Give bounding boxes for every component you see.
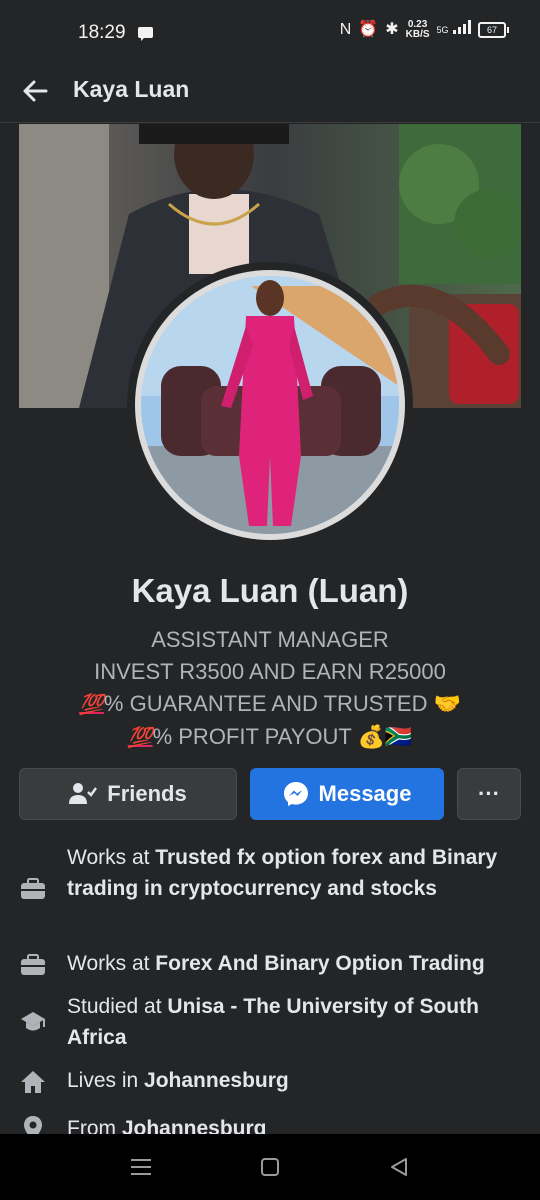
more-options-button[interactable]: ··· — [457, 768, 521, 820]
home-icon — [21, 1071, 45, 1093]
network-type: 5G — [436, 25, 449, 35]
menu-icon[interactable] — [130, 1156, 152, 1178]
status-time: 18:29 — [78, 22, 126, 43]
signal-icon: 5G — [437, 20, 471, 40]
detail-prefix: Studied at — [67, 995, 168, 1018]
bio-line: INVEST R3500 AND EARN R25000 — [94, 659, 446, 684]
friends-check-icon — [69, 783, 98, 804]
detail-value[interactable]: Forex And Binary Option Trading — [155, 952, 484, 975]
messenger-icon — [283, 782, 308, 806]
system-navigation-bar — [0, 1134, 540, 1200]
detail-text: Works at Forex And Binary Option Trading — [67, 948, 529, 979]
app-header: Kaya Luan — [0, 64, 540, 123]
briefcase-icon — [21, 954, 45, 975]
detail-prefix: Works at — [67, 952, 156, 975]
bluetooth-icon: ✱ — [385, 21, 399, 38]
page-title: Kaya Luan — [73, 76, 190, 102]
briefcase-icon — [21, 878, 45, 899]
hundred-points-emoji: 💯 — [127, 727, 153, 749]
friends-button[interactable]: Friends — [19, 768, 237, 820]
friends-button-label: Friends — [107, 781, 187, 806]
message-notification-icon — [138, 27, 153, 41]
detail-text: Lives in Johannesburg — [67, 1065, 529, 1096]
speed-unit: KB/S — [405, 29, 430, 40]
hundred-points-emoji: 💯 — [79, 694, 104, 716]
detail-text: Works at Trusted fx option forex and Bin… — [67, 842, 529, 904]
nfc-icon: N — [339, 21, 352, 38]
bio-line: 💯% PROFIT PAYOUT 💰🇿🇦 — [0, 721, 540, 754]
back-triangle-icon[interactable] — [388, 1156, 410, 1178]
detail-prefix: Works at — [67, 846, 156, 869]
bio-line-text: % PROFIT PAYOUT 💰🇿🇦 — [152, 724, 413, 749]
status-icons: N ⏰ ✱ 0.23 KB/S 5G 67 — [339, 20, 509, 40]
alarm-icon: ⏰ — [358, 21, 379, 38]
detail-text: Studied at Unisa - The University of Sou… — [67, 991, 529, 1053]
back-arrow-icon[interactable] — [20, 76, 50, 106]
message-button[interactable]: Message — [250, 768, 444, 820]
profile-bio: ASSISTANT MANAGER INVEST R3500 AND EARN … — [0, 624, 540, 754]
profile-picture[interactable] — [127, 262, 413, 548]
bio-line: ASSISTANT MANAGER — [151, 627, 389, 652]
message-button-label: Message — [318, 781, 412, 806]
status-bar: 18:29 N ⏰ ✱ 0.23 KB/S 5G 67 — [0, 0, 540, 64]
detail-prefix: Lives in — [67, 1069, 145, 1092]
bio-line: 💯% GUARANTEE AND TRUSTED 🤝 — [0, 688, 540, 721]
network-speed: 0.23 KB/S — [406, 20, 430, 40]
bio-line-text: % GUARANTEE AND TRUSTED 🤝 — [103, 691, 461, 716]
profile-picture-border — [135, 270, 405, 540]
graduation-cap-icon — [21, 1012, 45, 1031]
detail-value[interactable]: Johannesburg — [144, 1069, 289, 1092]
home-button-icon[interactable] — [259, 1156, 281, 1178]
profile-picture-image — [141, 276, 399, 534]
profile-name: Kaya Luan (Luan) — [131, 572, 409, 609]
more-options-icon: ··· — [478, 781, 500, 806]
battery-icon: 67 — [478, 22, 509, 38]
